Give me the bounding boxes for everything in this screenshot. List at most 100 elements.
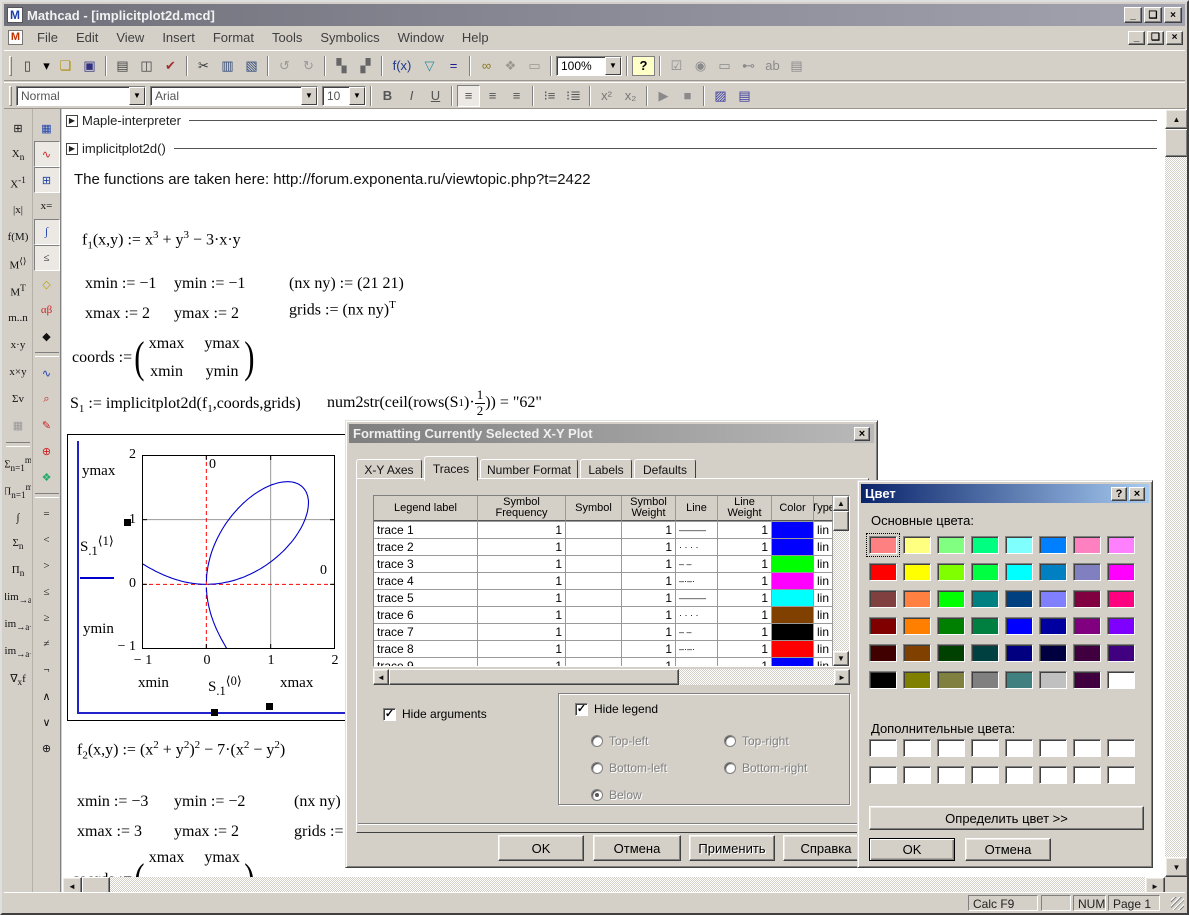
trace-label[interactable]: trace 1 [374,522,478,538]
trace-num[interactable]: 1 [622,573,676,589]
define-color-button[interactable]: Определить цвет >> [869,806,1144,830]
toolbar-grip[interactable] [9,56,12,76]
collapsed-region-maple[interactable]: ▶ Maple-interpreter [66,113,1157,128]
summation-limits-icon[interactable]: Σn=1m [5,450,31,477]
trace-color-swatch[interactable] [772,641,814,657]
trace-sym[interactable] [566,658,622,667]
table-row[interactable]: trace 511———1lin [374,590,849,607]
math-region-num2str[interactable]: num2str(ceil(rows(S1)·12)) = "62" [327,381,542,425]
bool-not-icon[interactable]: ¬ [34,657,60,683]
bullets-icon[interactable]: ⁝≡ [538,85,561,107]
bool-geq-icon[interactable]: ≥ [34,605,60,631]
math-region-f2[interactable]: f2(x,y) := (x2 + y2)2 − 7·(x2 − y2) [77,739,285,762]
subscript-icon[interactable]: x₂ [619,85,642,107]
close-button[interactable]: × [1164,7,1182,23]
math-region-grids1[interactable]: grids := (nx ny)T [289,299,396,319]
matrix-palette-icon[interactable]: ⊞ [34,167,60,193]
limit-right-icon[interactable]: lim→a+ [5,612,31,639]
checkbox-icon[interactable]: ✓ [575,703,588,716]
trace-sym[interactable] [566,556,622,572]
color-swatch[interactable] [971,766,999,784]
plot-xmax-label[interactable]: xmax [280,675,313,692]
dialog-title-bar[interactable]: Formatting Currently Selected X-Y Plot × [349,424,874,443]
scroll-down-icon[interactable]: ▼ [833,651,849,666]
table-row[interactable]: trace 611· · · ·1lin [374,607,849,624]
print-icon[interactable]: ▤ [111,55,134,77]
trace-sym[interactable] [566,590,622,606]
math-region-s1[interactable]: S1 := implicitplot2d(f1,coords,grids) [70,395,301,415]
surface-plot-icon[interactable]: ❖ [34,464,60,490]
trace-num[interactable]: 1 [718,556,772,572]
cross-product-icon[interactable]: x×y [5,358,31,385]
ok-button[interactable]: OK [869,838,955,861]
trace-color-swatch[interactable] [772,607,814,623]
trace-color-swatch[interactable] [772,658,814,667]
trace-type[interactable]: lin [814,624,833,640]
trace-sym[interactable] [566,539,622,555]
polar-plot-icon[interactable]: ⊕ [34,438,60,464]
hyperlink-icon[interactable]: ∞ [475,55,498,77]
range-icon[interactable]: m..n [5,304,31,331]
play-icon[interactable]: ▶ [652,85,675,107]
undo-icon[interactable]: ↺ [273,55,296,77]
expand-region-icon[interactable]: ▶ [66,115,78,127]
chevron-down-icon[interactable]: ▼ [605,57,621,75]
color-swatch[interactable] [1039,644,1067,662]
color-swatch[interactable] [1005,590,1033,608]
color-swatch[interactable] [903,563,931,581]
resize-grip[interactable] [1171,897,1184,910]
trace-num[interactable]: 1 [622,641,676,657]
scroll-thumb[interactable] [389,669,679,685]
color-swatch[interactable] [937,671,965,689]
trace-label[interactable]: trace 2 [374,539,478,555]
math-region-ymax1[interactable]: ymax := 2 [174,305,239,323]
trace-type[interactable]: lin [814,522,833,538]
trace-num[interactable]: 1 [622,658,676,667]
bool-xor-icon[interactable]: ⊕ [34,735,60,761]
trace-num[interactable]: 1 [622,607,676,623]
doc-restore-button[interactable]: ❏ [1147,31,1164,45]
calculate-icon[interactable]: = [442,55,465,77]
calculus-palette-icon[interactable]: ∫ [34,219,60,245]
page-setup-icon[interactable]: ▤ [733,85,756,107]
trace-line-style[interactable]: ——— [676,590,718,606]
table-vscrollbar[interactable]: ▲ ▼ [833,496,849,666]
trace-num[interactable]: 1 [718,573,772,589]
product-icon[interactable]: Πn [5,558,31,585]
graph-palette-icon[interactable]: ∿ [34,141,60,167]
redo-icon[interactable]: ↻ [297,55,320,77]
trace-line-style[interactable]: · · · · [676,539,718,555]
align-center-icon[interactable]: ≡ [481,85,504,107]
subscript-icon[interactable]: Xn [5,142,31,169]
scroll-left-icon[interactable]: ◄ [373,669,389,685]
trace-plot-icon[interactable]: ✎ [34,412,60,438]
math-region-xmax2[interactable]: xmax := 3 [77,823,142,841]
trace-type[interactable]: lin [814,573,833,589]
determinant-icon[interactable]: |x| [5,196,31,223]
trace-num[interactable]: 1 [622,556,676,572]
trace-line-style[interactable]: – – [676,556,718,572]
trace-num[interactable]: 1 [478,607,566,623]
trace-num[interactable]: 1 [718,539,772,555]
trace-num[interactable]: 1 [622,539,676,555]
summation-icon[interactable]: Σn [5,531,31,558]
table-hscrollbar[interactable]: ◄ ► [373,669,850,685]
color-swatch[interactable] [1005,644,1033,662]
color-swatch[interactable] [869,590,897,608]
color-swatch[interactable] [1005,563,1033,581]
minimize-button[interactable]: _ [1124,7,1142,23]
color-swatch[interactable] [1107,739,1135,757]
trace-type[interactable]: lin [814,607,833,623]
color-swatch[interactable] [1039,617,1067,635]
italic-icon[interactable]: I [400,85,423,107]
color-swatch[interactable] [869,766,897,784]
picture-icon[interactable]: ▦ [5,412,31,439]
trace-type[interactable]: lin [814,556,833,572]
menu-view[interactable]: View [107,28,153,47]
menu-format[interactable]: Format [204,28,263,47]
color-swatch[interactable] [937,617,965,635]
color-swatch[interactable] [1039,671,1067,689]
color-swatch[interactable] [869,536,897,554]
trace-color-swatch[interactable] [772,556,814,572]
trace-num[interactable]: 1 [478,539,566,555]
